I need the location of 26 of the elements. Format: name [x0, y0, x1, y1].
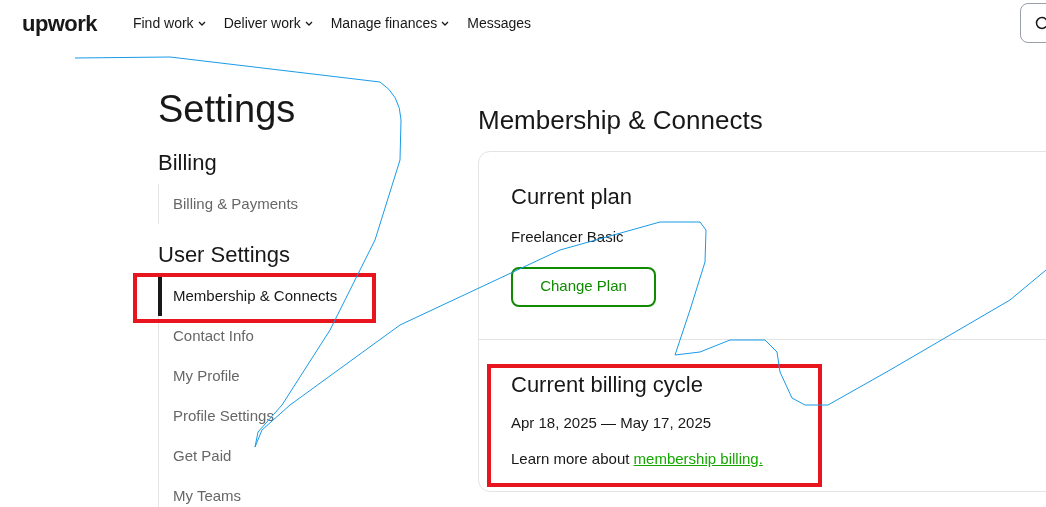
logo[interactable]: upwork: [22, 6, 97, 40]
chevron-icon: [441, 20, 450, 26]
membership-billing-link[interactable]: membership billing.: [633, 450, 763, 467]
section-heading: Billing: [158, 149, 218, 177]
page-title: Settings: [158, 87, 297, 132]
card-heading: Current plan: [511, 183, 634, 211]
section-heading: User Settings: [158, 241, 292, 269]
sidebar-item[interactable]: Membership & Connects: [158, 276, 478, 316]
sidebar-item[interactable]: My Profile: [158, 356, 478, 396]
sidebar-item[interactable]: My Teams: [158, 476, 478, 507]
nav-link[interactable]: Manage finances: [330, 12, 450, 34]
chevron-icon: [197, 20, 206, 26]
sidebar-item[interactable]: Billing & Payments: [158, 184, 478, 224]
nav-link[interactable]: Find work: [132, 12, 206, 34]
sidebar-item[interactable]: Profile Settings: [158, 396, 478, 436]
sidebar-item[interactable]: Get Paid: [158, 436, 478, 476]
section-title: Membership & Connects: [478, 104, 764, 137]
search-icon: [1035, 16, 1046, 30]
change-plan-button[interactable]: Change Plan: [511, 266, 656, 307]
nav-link[interactable]: Messages: [467, 12, 532, 34]
learn-more-text: Learn more about membership billing.: [511, 449, 764, 469]
nav-link[interactable]: Deliver work: [223, 12, 313, 34]
card-heading: Current billing cycle: [511, 370, 704, 399]
billing-dates: Apr 18, 2025 — May 17, 2025: [511, 412, 713, 433]
sidebar-item[interactable]: Contact Info: [158, 316, 478, 356]
chevron-icon: [304, 20, 313, 26]
